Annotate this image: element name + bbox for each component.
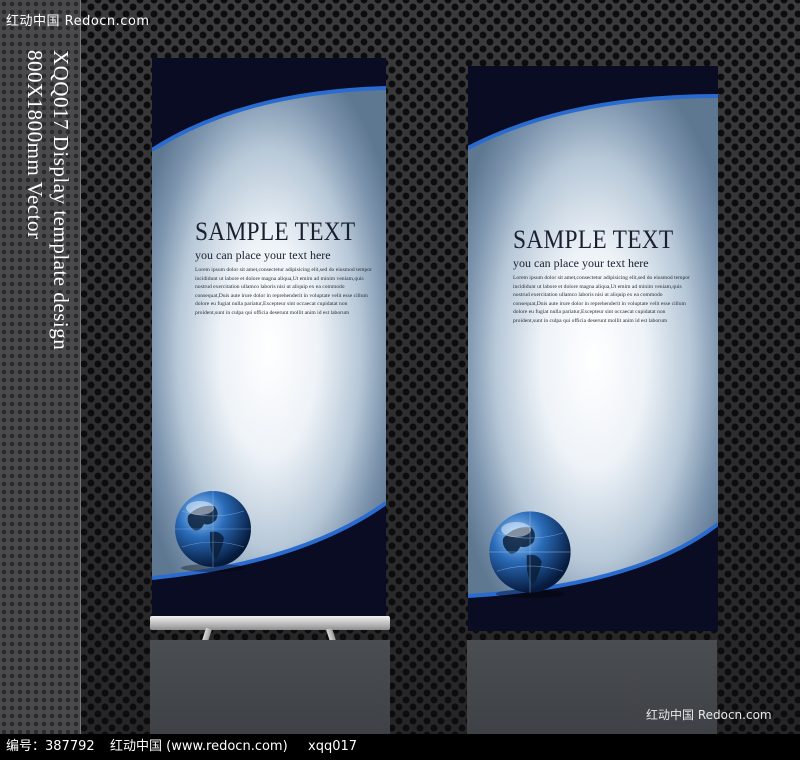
body-line: incididunt ut labore et dolore magna ali… [513,283,682,290]
footer-id: 编号：387792 [6,739,95,754]
body-line: consequat,Duis aute irure dolor in repre… [195,292,368,299]
body-line: incididunt ut labore et dolore magna ali… [195,275,364,282]
body-line: dolore eu fugiat nulla pariatur,Excepteu… [513,309,666,316]
footer-code: xqq017 [308,739,358,754]
display-canvas: 红动中国 Redocn.com XQQ017 Display template … [0,0,800,734]
banner-left-body: Lorem ipsum dolor sit amet,consectetur a… [195,266,375,318]
watermark-top: 红动中国 Redocn.com [6,14,150,29]
banner-left-text: SAMPLE TEXT you can place your text here… [195,218,375,318]
body-line: consequat,Duis aute irure dolor in repre… [513,300,686,307]
body-line: nostrud exercitation ullamco laboris nis… [195,284,345,291]
banner-left-headline: SAMPLE TEXT [195,217,356,246]
body-line: proident,sunt in culpa qui officia deser… [195,309,350,316]
footer-bar: 编号：387792 红动中国 (www.redocn.com) xqq017 [0,734,800,760]
banner-stand-base [150,616,390,630]
vertical-title-line2: 800X1800mm Vector [23,50,47,240]
body-line: Lorem ipsum dolor sit amet,consectetur a… [513,275,690,281]
body-line: nostrud exercitation ullamco laboris nis… [513,292,663,299]
banner-right-text: SAMPLE TEXT you can place your text here… [513,226,708,326]
banner-right-headline: SAMPLE TEXT [513,225,674,254]
globe-icon [489,511,571,598]
vertical-title-line1: XQQ017 Display template design [49,50,73,351]
banner-left: SAMPLE TEXT you can place your text here… [152,58,386,616]
floor-left [150,640,390,734]
vertical-title: XQQ017 Display template design 800X1800m… [20,50,80,390]
body-line: proident,sunt in culpa qui officia deser… [513,317,668,324]
body-line: dolore eu fugiat nulla pariatur,Excepteu… [195,301,348,308]
banner-right-subline: you can place your text here [513,256,649,270]
banner-right-body: Lorem ipsum dolor sit amet,consectetur a… [513,274,708,326]
banner-left-subline: you can place your text here [195,248,331,262]
body-line: Lorem ipsum dolor sit amet,consectetur a… [195,267,372,273]
banner-right: SAMPLE TEXT you can place your text here… [468,66,718,631]
footer-site: 红动中国 (www.redocn.com) [110,739,288,754]
watermark-bottom-right: 红动中国 Redocn.com [646,708,772,722]
globe-icon [175,491,251,572]
